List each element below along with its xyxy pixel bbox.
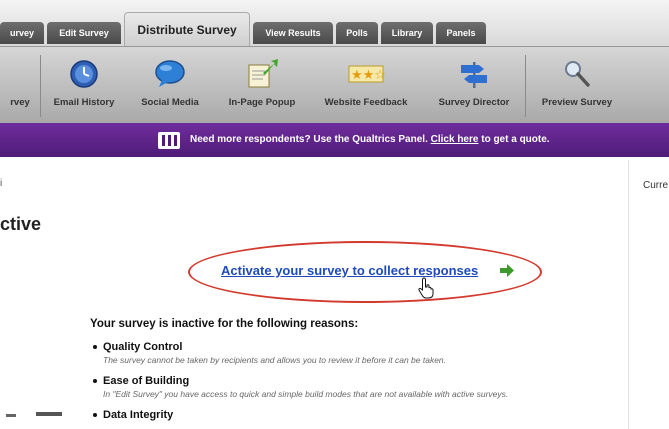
- popup-arrow-icon: [248, 59, 278, 88]
- reasons-title: Your survey is inactive for the followin…: [90, 318, 359, 330]
- green-arrow-icon[interactable]: [500, 264, 514, 277]
- tab-polls[interactable]: Polls: [336, 22, 378, 44]
- clock-icon: [70, 60, 98, 88]
- reason-title: Data Integrity: [103, 409, 174, 421]
- toolbar-item-label: In-Page Popup: [228, 97, 296, 108]
- toolbar-item-preview-survey[interactable]: Preview Survey: [530, 53, 624, 117]
- toolbar-item-label: Social Media: [141, 97, 199, 108]
- tab-distribute-survey[interactable]: Distribute Survey: [124, 12, 250, 46]
- distribute-toolbar: rvey Email History Social Media In-Page …: [0, 46, 669, 124]
- partial-icon: [6, 412, 62, 417]
- speech-bubble-icon: [155, 60, 185, 87]
- toolbar-item-social-media[interactable]: Social Media: [130, 53, 210, 117]
- stars-icon: ★★☆: [348, 65, 386, 83]
- tab-edit-survey[interactable]: Edit Survey: [47, 22, 121, 44]
- toolbar-item-label: Preview Survey: [541, 97, 613, 108]
- activate-survey-link[interactable]: Activate your survey to collect response…: [221, 263, 478, 278]
- tab-view-results[interactable]: View Results: [253, 22, 333, 44]
- toolbar-divider: [40, 55, 41, 117]
- bullet: [93, 379, 97, 383]
- toolbar-item-label: Email History: [53, 97, 115, 108]
- toolbar-item-survey[interactable]: rvey: [0, 53, 40, 117]
- toolbar-item-website-feedback[interactable]: ★★☆ Website Feedback: [314, 53, 418, 117]
- signpost-icon: [461, 62, 487, 88]
- reason-description: The survey cannot be taken by recipients…: [103, 355, 447, 365]
- toolbar-item-label: rvey: [10, 97, 30, 108]
- bullet: [93, 345, 97, 349]
- bullet: [93, 413, 97, 417]
- reason-title: Ease of Building: [103, 375, 190, 387]
- hand-cursor-icon: [418, 277, 434, 299]
- tab-survey[interactable]: urvey: [0, 22, 44, 44]
- reason-title: Quality Control: [103, 341, 183, 353]
- page-title: ctive: [0, 214, 42, 234]
- banner-link[interactable]: Click here: [431, 134, 479, 145]
- magnifier-icon: [565, 61, 590, 87]
- tab-panels[interactable]: Panels: [436, 22, 486, 44]
- current-status-label: Curre: [643, 180, 669, 191]
- breadcrumb: i: [0, 178, 3, 189]
- content-divider: [628, 160, 629, 429]
- tab-bar: urvey Edit Survey Distribute Survey View…: [0, 0, 669, 46]
- toolbar-item-in-page-popup[interactable]: In-Page Popup: [218, 53, 306, 117]
- tab-library[interactable]: Library: [381, 22, 433, 44]
- toolbar-item-label: Website Feedback: [324, 97, 408, 108]
- toolbar-item-label: Survey Director: [438, 97, 510, 108]
- toolbar-item-survey-director[interactable]: Survey Director: [428, 53, 520, 117]
- toolbar-divider: [525, 55, 526, 117]
- svg-text:★★☆: ★★☆: [351, 68, 386, 83]
- qualtrics-panel-banner: Need more respondents? Use the Qualtrics…: [0, 123, 669, 157]
- panel-people-icon: [158, 132, 180, 149]
- banner-text: Need more respondents? Use the Qualtrics…: [190, 134, 550, 145]
- toolbar-item-email-history[interactable]: Email History: [44, 53, 124, 117]
- reason-description: In "Edit Survey" you have access to quic…: [103, 389, 509, 399]
